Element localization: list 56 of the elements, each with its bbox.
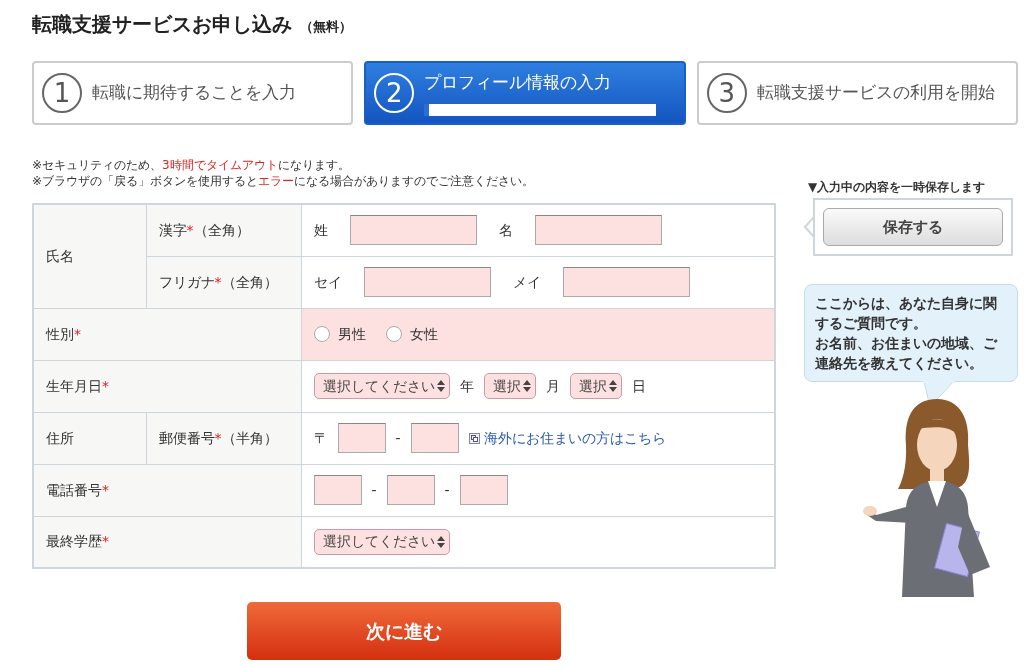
text-input[interactable] xyxy=(459,475,508,505)
field-unit: 名 xyxy=(498,220,513,240)
dropdown[interactable]: 選択 xyxy=(483,373,536,399)
field-label: 電話番号* xyxy=(33,464,301,516)
radio-option[interactable]: 女性 xyxy=(385,323,438,345)
field-unit: セイ xyxy=(313,272,342,292)
field-unit: メイ xyxy=(512,272,541,292)
dropdown[interactable]: 選択してください xyxy=(313,528,450,555)
external-window-icon xyxy=(468,432,480,444)
updown-arrows-icon xyxy=(436,535,445,548)
step-number: 2 xyxy=(374,73,415,113)
radio-option[interactable]: 男性 xyxy=(313,323,366,345)
step-number: 1 xyxy=(42,73,82,113)
step-label: プロフィール情報の入力 xyxy=(424,72,612,93)
text-input[interactable] xyxy=(410,423,459,453)
notice-text: ※ブラウザの「戻る」ボタンを使用すると エラーになる場合がありますのでご注意ください。 xyxy=(32,173,536,189)
step-label: 転職に期待することを入力 xyxy=(92,82,296,103)
field-label: フリガナ*（全角） xyxy=(146,256,301,308)
title-note: （無料） xyxy=(300,19,352,35)
field-unit: - xyxy=(371,480,377,500)
overseas-link[interactable]: 海外にお住まいの方はこちら xyxy=(483,427,666,449)
text-input[interactable] xyxy=(562,267,690,297)
field-unit: 月 xyxy=(545,376,560,396)
field-unit: 姓 xyxy=(313,220,328,240)
field-unit: 年 xyxy=(459,376,474,396)
save-button[interactable]: 保存する xyxy=(823,208,1003,246)
text-input[interactable] xyxy=(337,423,386,453)
field-unit: - xyxy=(395,428,401,448)
text-input[interactable] xyxy=(534,215,662,246)
field-unit: 日 xyxy=(631,376,646,396)
field-unit: - xyxy=(444,480,450,500)
notice-text: ※セキュリティのため、3時間でタイムアウト になります。 xyxy=(32,157,351,173)
text-input[interactable] xyxy=(349,215,477,246)
updown-arrows-icon xyxy=(522,380,531,392)
step-number: 3 xyxy=(706,73,747,113)
bubble-text: お名前、お住まいの地域、ご連絡先を教えてください。 xyxy=(815,334,997,373)
field-label: 漢字*（全角） xyxy=(146,204,301,256)
next-button[interactable]: 次に進む xyxy=(247,602,561,660)
save-caption: ▼入力中の内容を一時保存します xyxy=(808,179,987,196)
field-label: 性別* xyxy=(33,308,301,360)
field-label: 氏名 xyxy=(33,204,146,308)
updown-arrows-icon xyxy=(436,380,445,392)
field-label: 郵便番号*（半角） xyxy=(146,412,301,464)
text-input[interactable] xyxy=(363,267,491,297)
page-title: 転職支援サービスお申し込み xyxy=(32,12,292,36)
updown-arrows-icon xyxy=(608,380,617,392)
field-label: 住所 xyxy=(33,412,146,464)
text-input[interactable] xyxy=(386,475,435,505)
text-input[interactable] xyxy=(313,475,362,505)
dropdown[interactable]: 選択 xyxy=(569,373,622,399)
field-label: 最終学歴* xyxy=(33,516,301,568)
dropdown[interactable]: 選択してください xyxy=(313,373,450,399)
bubble-text: ここからは、あなた自身に関するご質問です。 xyxy=(815,294,997,333)
field-unit: 〒 xyxy=(313,428,328,448)
field-label: 生年月日* xyxy=(33,360,301,412)
step-label: 転職支援サービスの利用を開始 xyxy=(756,82,995,103)
